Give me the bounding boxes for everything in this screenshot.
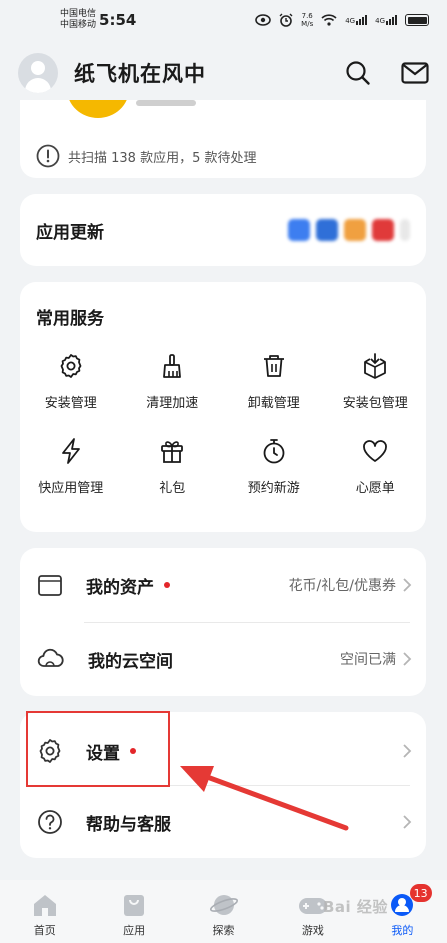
cloud-icon	[37, 648, 64, 667]
app-update-card[interactable]: 应用更新	[20, 194, 426, 266]
app-icon-5	[400, 219, 410, 241]
planet-icon	[209, 895, 238, 915]
carrier-1: 中国电信	[60, 9, 97, 19]
app-icon-4	[372, 219, 394, 241]
tab-apps[interactable]: 应用	[89, 880, 178, 943]
notification-dot	[164, 582, 170, 588]
wifi-icon	[321, 14, 337, 26]
status-bar: 中国电信 中国移动 5:54 7.6 M/s 4G 4G	[0, 0, 447, 40]
service-install-manage[interactable]: 安装管理	[20, 352, 122, 411]
my-assets-detail: 花币/礼包/优惠券	[288, 578, 396, 594]
my-assets-row[interactable]: 我的资产 花币/礼包/优惠券	[20, 548, 426, 622]
alarm-icon	[279, 13, 293, 27]
service-label: 清理加速	[146, 396, 199, 411]
service-clean-speed[interactable]: 清理加速	[122, 352, 224, 411]
blurred-text	[136, 100, 196, 106]
stopwatch-icon	[263, 439, 285, 464]
lightning-icon	[61, 438, 80, 464]
service-reserve-new-game[interactable]: 预约新游	[223, 437, 325, 496]
help-service-row[interactable]: 帮助与客服	[20, 785, 426, 859]
avatar[interactable]	[18, 53, 58, 93]
trash-icon	[263, 355, 284, 377]
service-label: 安装包管理	[342, 396, 408, 411]
app-update-title: 应用更新	[36, 222, 104, 243]
assets-card: 我的资产 花币/礼包/优惠券 我的云空间 空间已满	[20, 548, 426, 696]
tab-label: 首页	[33, 924, 56, 937]
service-label: 卸载管理	[247, 396, 300, 411]
net-speed-unit: M/s	[301, 20, 314, 28]
tab-label: 探索	[212, 924, 235, 937]
signal-2-label: 4G	[375, 17, 385, 25]
my-assets-label: 我的资产	[86, 577, 154, 598]
net-speed-value: 7.6	[301, 12, 313, 20]
signal-1-label: 4G	[345, 17, 356, 25]
network-speed: 7.6 M/s	[301, 12, 313, 28]
home-icon	[33, 895, 56, 916]
my-cloud-label: 我的云空间	[88, 651, 173, 672]
service-wishlist[interactable]: 心愿单	[325, 437, 427, 496]
watermark: Bai 经验	[323, 898, 388, 916]
scan-card[interactable]: 共扫描 138 款应用，5 款待处理	[20, 100, 426, 178]
my-cloud-detail: 空间已满	[340, 652, 396, 668]
service-label: 快应用管理	[38, 481, 104, 496]
chevron-right-icon	[403, 652, 412, 666]
my-cloud-row[interactable]: 我的云空间 空间已满	[20, 622, 426, 696]
gear-icon	[60, 354, 82, 378]
clock: 5:54	[99, 11, 137, 29]
service-package-manage[interactable]: 安装包管理	[325, 352, 427, 411]
mail-icon[interactable]	[401, 62, 429, 84]
chevron-right-icon	[403, 815, 412, 829]
username[interactable]: 纸飞机在风中	[74, 58, 206, 88]
services-grid: 安装管理 清理加速 卸载管理 安装包管理 快应用管理 礼包 预约新游 心愿单	[20, 352, 426, 496]
heart-icon	[363, 440, 388, 462]
profile-header: 纸飞机在风中	[0, 40, 447, 106]
carrier-info: 中国电信 中国移动	[60, 9, 96, 31]
gift-icon	[161, 441, 184, 463]
highlight-frame	[26, 711, 170, 787]
service-label: 礼包	[159, 481, 186, 496]
signal-1-icon: 4G	[345, 15, 368, 25]
notification-badge: 13	[409, 884, 432, 902]
search-icon[interactable]	[345, 60, 371, 86]
tab-label: 应用	[123, 924, 146, 937]
service-uninstall-manage[interactable]: 卸载管理	[223, 352, 325, 411]
package-download-icon	[364, 353, 387, 379]
service-gift-pack[interactable]: 礼包	[122, 437, 224, 496]
security-badge-graphic	[67, 100, 129, 118]
app-icon-3	[344, 219, 366, 241]
update-app-icons	[288, 219, 410, 241]
app-icon-2	[316, 219, 338, 241]
wallet-icon	[38, 575, 62, 596]
app-icon-1	[288, 219, 310, 241]
service-label: 安装管理	[44, 396, 97, 411]
tab-label: 我的	[391, 924, 414, 937]
service-label: 心愿单	[355, 481, 395, 496]
service-label: 预约新游	[247, 481, 300, 496]
battery-icon	[405, 14, 429, 26]
help-label: 帮助与客服	[86, 814, 171, 835]
scan-summary: 共扫描 138 款应用，5 款待处理	[68, 150, 257, 166]
eye-comfort-icon	[255, 14, 271, 26]
tab-home[interactable]: 首页	[0, 880, 89, 943]
alert-circle-icon	[36, 144, 60, 168]
carrier-2: 中国移动	[60, 20, 97, 30]
common-services-card: 常用服务 安装管理 清理加速 卸载管理 安装包管理 快应用管理 礼包 预约新游	[20, 282, 426, 532]
service-quick-app-manage[interactable]: 快应用管理	[20, 437, 122, 496]
tab-label: 游戏	[301, 924, 324, 937]
chevron-right-icon	[403, 744, 412, 758]
help-icon	[38, 810, 62, 834]
services-title: 常用服务	[36, 309, 104, 329]
signal-2-icon: 4G	[375, 15, 397, 25]
broom-icon	[163, 354, 182, 378]
chevron-right-icon	[403, 578, 412, 592]
tab-explore[interactable]: 探索	[179, 880, 268, 943]
bag-icon	[124, 895, 145, 916]
